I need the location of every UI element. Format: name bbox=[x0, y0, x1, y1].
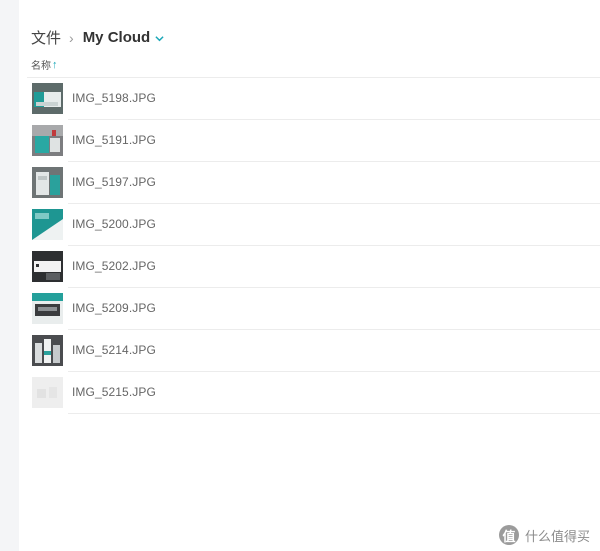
breadcrumb: 文件 › My Cloud bbox=[31, 26, 164, 48]
image-thumbnail bbox=[32, 335, 63, 366]
row-divider bbox=[68, 413, 600, 414]
breadcrumb-current-folder[interactable]: My Cloud bbox=[83, 29, 151, 46]
file-name: IMG_5200.JPG bbox=[72, 217, 156, 231]
breadcrumb-separator-icon: › bbox=[69, 30, 74, 46]
file-browser: 文件 › My Cloud 名称 ↑ IMG_5198.JPG IMG_5191… bbox=[19, 0, 600, 551]
file-list: IMG_5198.JPG IMG_5191.JPG IMG_5197.JPG I… bbox=[19, 78, 600, 414]
file-name: IMG_5191.JPG bbox=[72, 133, 156, 147]
file-row[interactable]: IMG_5200.JPG bbox=[19, 204, 600, 246]
file-name: IMG_5209.JPG bbox=[72, 301, 156, 315]
breadcrumb-root-link[interactable]: 文件 bbox=[31, 27, 61, 48]
file-row[interactable]: IMG_5209.JPG bbox=[19, 288, 600, 330]
sort-ascending-icon: ↑ bbox=[52, 58, 58, 71]
image-thumbnail bbox=[32, 377, 63, 408]
file-name: IMG_5197.JPG bbox=[72, 175, 156, 189]
file-row[interactable]: IMG_5198.JPG bbox=[19, 78, 600, 120]
image-thumbnail bbox=[32, 251, 63, 282]
file-name: IMG_5202.JPG bbox=[72, 259, 156, 273]
file-row[interactable]: IMG_5214.JPG bbox=[19, 330, 600, 372]
file-name: IMG_5214.JPG bbox=[72, 343, 156, 357]
file-row[interactable]: IMG_5191.JPG bbox=[19, 120, 600, 162]
watermark: 值 什么值得买 bbox=[498, 525, 590, 545]
image-thumbnail bbox=[32, 83, 63, 114]
file-name: IMG_5198.JPG bbox=[72, 91, 156, 105]
name-column-label: 名称 bbox=[31, 61, 51, 72]
left-sidebar-rail bbox=[0, 0, 19, 551]
file-row[interactable]: IMG_5197.JPG bbox=[19, 162, 600, 204]
file-row[interactable]: IMG_5215.JPG bbox=[19, 372, 600, 414]
image-thumbnail bbox=[32, 125, 63, 156]
watermark-logo-icon: 值 bbox=[498, 525, 519, 545]
name-column-sort-header[interactable]: 名称 ↑ bbox=[31, 57, 58, 73]
file-name: IMG_5215.JPG bbox=[72, 385, 156, 399]
image-thumbnail bbox=[32, 167, 63, 198]
image-thumbnail bbox=[32, 209, 63, 240]
image-thumbnail bbox=[32, 293, 63, 324]
watermark-text: 什么值得买 bbox=[524, 528, 590, 544]
file-row[interactable]: IMG_5202.JPG bbox=[19, 246, 600, 288]
chevron-down-icon[interactable] bbox=[155, 34, 164, 43]
